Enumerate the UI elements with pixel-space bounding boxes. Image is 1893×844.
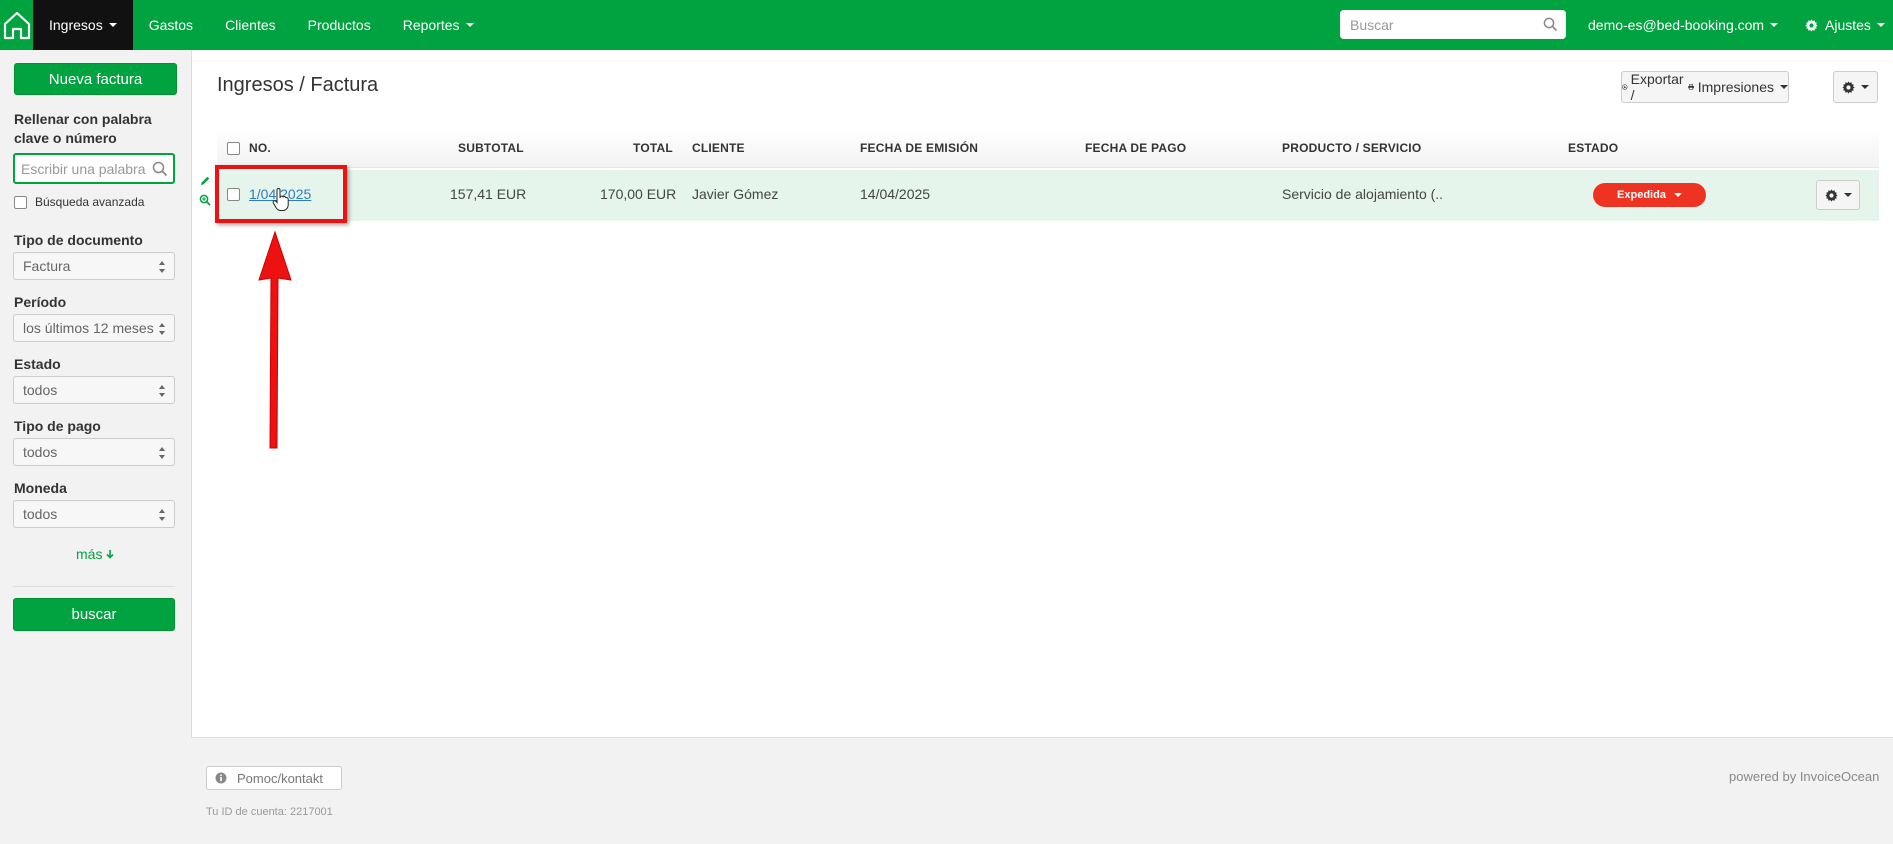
row-quick-tools bbox=[199, 175, 211, 206]
filter-label-currency: Moneda bbox=[14, 480, 67, 496]
filter-label-period: Período bbox=[14, 294, 67, 310]
col-product: PRODUCTO / SERVICIO bbox=[1282, 141, 1422, 155]
powered-by: powered by InvoiceOcean bbox=[1729, 769, 1880, 784]
caret-down-icon bbox=[1770, 23, 1779, 27]
download-icon bbox=[1622, 84, 1628, 90]
nav-gastos[interactable]: Gastos bbox=[133, 0, 209, 50]
col-subtotal: SUBTOTAL bbox=[458, 141, 524, 155]
col-status: ESTADO bbox=[1568, 141, 1619, 155]
select-arrows-icon bbox=[159, 509, 165, 521]
user-menu[interactable]: demo-es@bed-booking.com bbox=[1588, 0, 1779, 50]
keyword-input[interactable] bbox=[15, 155, 173, 182]
keyword-field bbox=[13, 153, 175, 184]
period-select[interactable]: los últimos 12 meses bbox=[13, 314, 175, 342]
document-type-select[interactable]: Factura bbox=[13, 252, 175, 280]
select-arrows-icon bbox=[159, 261, 165, 273]
caret-down-icon bbox=[108, 23, 117, 27]
advanced-search-checkbox[interactable] bbox=[14, 195, 27, 209]
nav-productos[interactable]: Productos bbox=[292, 0, 387, 50]
nav-clientes[interactable]: Clientes bbox=[209, 0, 292, 50]
settings-menu[interactable]: Ajustes bbox=[1805, 0, 1885, 50]
export-print-button[interactable]: Exportar / Impresiones bbox=[1621, 71, 1789, 103]
search-button[interactable]: buscar bbox=[13, 598, 175, 631]
currency-select[interactable]: todos bbox=[13, 500, 175, 528]
row-issue-date: 14/04/2025 bbox=[860, 186, 931, 202]
filter-sidebar: Nueva factura Rellenar con palabra clave… bbox=[0, 50, 190, 844]
row-total: 170,00 EUR bbox=[600, 186, 677, 202]
caret-down-icon bbox=[1780, 85, 1788, 89]
keyword-label: Rellenar con palabra clave o número bbox=[14, 111, 152, 146]
row-product: Servicio de alojamiento (.. bbox=[1282, 186, 1444, 202]
more-filters-link[interactable]: más bbox=[76, 546, 115, 562]
info-icon bbox=[215, 772, 227, 784]
filter-label-document-type: Tipo de documento bbox=[14, 232, 143, 248]
caret-down-icon bbox=[1673, 193, 1682, 197]
advanced-search-toggle[interactable]: Búsqueda avanzada bbox=[14, 195, 144, 209]
zoom-icon[interactable] bbox=[199, 194, 211, 206]
help-contact-button[interactable]: Pomoc/kontakt bbox=[206, 766, 342, 790]
status-select[interactable]: todos bbox=[13, 376, 175, 404]
col-issue-date: FECHA DE EMISIÓN bbox=[860, 141, 979, 155]
payment-type-select[interactable]: todos bbox=[13, 438, 175, 466]
nav-reportes[interactable]: Reportes bbox=[387, 0, 490, 50]
sidebar-divider bbox=[13, 586, 175, 587]
top-navbar: Ingresos Gastos Clientes Productos Repor… bbox=[0, 0, 1893, 50]
status-dropdown-button[interactable]: Expedida bbox=[1593, 183, 1706, 207]
search-icon[interactable] bbox=[1543, 17, 1558, 32]
col-number: NO. bbox=[249, 141, 271, 155]
select-arrows-icon bbox=[159, 385, 165, 397]
global-search-input[interactable] bbox=[1340, 10, 1566, 39]
row-checkbox[interactable] bbox=[227, 188, 240, 201]
row-subtotal: 157,41 EUR bbox=[450, 186, 527, 202]
list-settings-button[interactable] bbox=[1833, 71, 1878, 103]
filter-label-payment-type: Tipo de pago bbox=[14, 418, 101, 434]
nav-ingresos[interactable]: Ingresos bbox=[33, 0, 133, 50]
new-invoice-button[interactable]: Nueva factura bbox=[14, 63, 177, 95]
select-all-checkbox[interactable] bbox=[227, 142, 240, 155]
caret-down-icon bbox=[1861, 85, 1869, 89]
pencil-icon[interactable] bbox=[199, 175, 211, 187]
col-payment-date: FECHA DE PAGO bbox=[1085, 141, 1187, 155]
page-title: Ingresos / Factura bbox=[217, 74, 379, 96]
printer-icon bbox=[1687, 84, 1694, 90]
row-client: Javier Gómez bbox=[692, 186, 779, 202]
account-id: Tu ID de cuenta: 2217001 bbox=[206, 806, 333, 818]
select-arrows-icon bbox=[159, 323, 165, 335]
gear-icon bbox=[1824, 188, 1838, 202]
caret-down-icon bbox=[1843, 193, 1852, 197]
filter-label-status: Estado bbox=[14, 356, 61, 372]
invoice-table-header: NO. SUBTOTAL TOTAL CLIENTE FECHA DE EMIS… bbox=[217, 128, 1879, 168]
col-total: TOTAL bbox=[633, 141, 673, 155]
zoom-icon bbox=[152, 161, 168, 177]
invoice-number-link[interactable]: 1/04/2025 bbox=[249, 186, 311, 202]
caret-down-icon bbox=[1876, 23, 1885, 27]
main-panel: Ingresos / Factura Exportar / Impresione… bbox=[191, 50, 1893, 738]
select-arrows-icon bbox=[159, 447, 165, 459]
gear-icon bbox=[1842, 80, 1855, 94]
table-row: 1/04/2025 157,41 EUR 170,00 EUR Javier G… bbox=[217, 170, 1879, 221]
row-actions-button[interactable] bbox=[1816, 180, 1860, 210]
home-button[interactable] bbox=[0, 0, 33, 50]
caret-down-icon bbox=[465, 23, 474, 27]
global-search bbox=[1340, 10, 1566, 39]
home-icon bbox=[3, 11, 30, 40]
arrow-down-icon bbox=[106, 550, 115, 559]
gear-icon bbox=[1805, 18, 1818, 32]
col-client: CLIENTE bbox=[692, 141, 745, 155]
